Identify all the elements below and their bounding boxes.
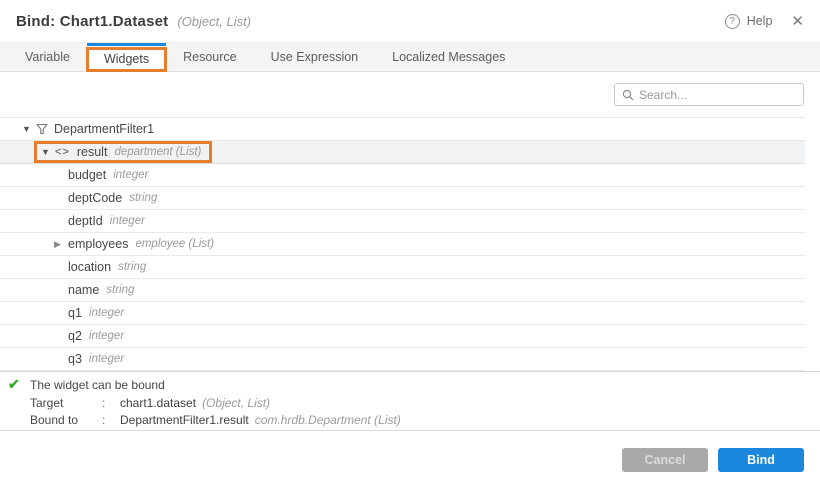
caret-expanded-icon[interactable]: ▼ (41, 147, 55, 157)
status-target-type: (Object, List) (202, 396, 270, 410)
status-target-label: Target (30, 396, 102, 410)
tab-variable[interactable]: Variable (8, 43, 87, 71)
tree-row-q1[interactable]: q1 integer (0, 302, 805, 325)
node-type: department (List) (114, 146, 201, 158)
filter-icon (36, 123, 48, 135)
caret-collapsed-icon[interactable]: ▶ (54, 239, 68, 250)
bind-button[interactable]: Bind (718, 448, 804, 472)
status-separator: : (102, 396, 120, 410)
tree-row-departmentfilter1[interactable]: ▼ DepartmentFilter1 (0, 118, 805, 141)
status-boundto-label: Bound to (30, 413, 102, 427)
status-separator: : (102, 413, 120, 427)
node-name: result (77, 145, 108, 159)
binding-status-panel: ✔ The widget can be bound Target : chart… (0, 371, 820, 430)
node-type: integer (89, 353, 124, 365)
annotation-highlight-result: ▼ <> result department (List) (34, 141, 212, 163)
tree-row-budget[interactable]: budget integer (0, 164, 805, 187)
dialog-footer: Cancel Bind (0, 430, 820, 488)
tree-row-result[interactable]: ▼ <> result department (List) (0, 141, 805, 164)
tree-row-location[interactable]: location string (0, 256, 805, 279)
status-target-value: chart1.dataset (120, 396, 196, 410)
node-name: name (68, 283, 99, 297)
node-type: employee (List) (135, 238, 214, 250)
header-actions: ? Help ✕ (725, 12, 804, 30)
tree-row-name[interactable]: name string (0, 279, 805, 302)
tree-row-q3[interactable]: q3 integer (0, 348, 805, 371)
node-type: integer (89, 330, 124, 342)
node-name: deptCode (68, 191, 122, 205)
tab-use-expression[interactable]: Use Expression (254, 43, 376, 71)
page-title: Bind: Chart1.Dataset (16, 13, 168, 30)
node-type: string (129, 192, 157, 204)
tree-row-deptcode[interactable]: deptCode string (0, 187, 805, 210)
tab-widgets-label: Widgets (104, 52, 149, 66)
node-name: DepartmentFilter1 (54, 122, 154, 136)
search-input[interactable] (639, 88, 796, 102)
status-target-row: Target : chart1.dataset (Object, List) (8, 396, 804, 410)
help-icon[interactable]: ? (725, 14, 740, 29)
dialog-header: Bind: Chart1.Dataset (Object, List) ? He… (0, 0, 820, 42)
success-check-icon: ✔ (8, 376, 20, 393)
search-row (0, 72, 820, 117)
node-type: integer (110, 215, 145, 227)
tab-bar: Variable Widgets Resource Use Expression… (0, 42, 820, 72)
node-name: q1 (68, 306, 82, 320)
search-box[interactable] (614, 83, 804, 106)
tree-row-employees[interactable]: ▶ employees employee (List) (0, 233, 805, 256)
node-type: string (106, 284, 134, 296)
tree-row-q2[interactable]: q2 integer (0, 325, 805, 348)
node-name: deptId (68, 214, 103, 228)
close-icon[interactable]: ✕ (791, 12, 804, 30)
caret-expanded-icon[interactable]: ▼ (22, 124, 36, 134)
node-name: location (68, 260, 111, 274)
status-boundto-type: com.hrdb.Department (List) (255, 413, 401, 427)
tab-resource[interactable]: Resource (166, 43, 254, 71)
node-name: budget (68, 168, 106, 182)
page-subtitle: (Object, List) (177, 13, 251, 29)
node-name: q2 (68, 329, 82, 343)
node-name: q3 (68, 352, 82, 366)
tab-localized-messages[interactable]: Localized Messages (375, 43, 522, 71)
cancel-button[interactable]: Cancel (622, 448, 708, 472)
status-message: The widget can be bound (8, 378, 804, 393)
tree-row-deptid[interactable]: deptId integer (0, 210, 805, 233)
object-code-icon: <> (55, 146, 70, 158)
node-type: string (118, 261, 146, 273)
status-boundto-value: DepartmentFilter1.result (120, 413, 249, 427)
search-icon (622, 89, 634, 101)
tab-widgets[interactable]: Widgets (87, 43, 166, 71)
widgets-tree: ▼ DepartmentFilter1 ▼ <> result departme… (0, 117, 805, 371)
bind-dialog: Bind: Chart1.Dataset (Object, List) ? He… (0, 0, 820, 488)
node-name: employees (68, 237, 128, 251)
status-boundto-row: Bound to : DepartmentFilter1.result com.… (8, 413, 804, 427)
help-link[interactable]: Help (747, 14, 773, 28)
node-type: integer (113, 169, 148, 181)
node-type: integer (89, 307, 124, 319)
